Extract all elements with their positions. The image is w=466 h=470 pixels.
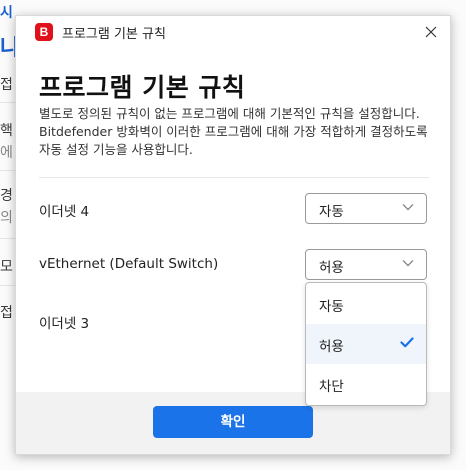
background-text: 에 <box>0 145 13 161</box>
dropdown-option-block[interactable]: 차단 <box>306 364 426 404</box>
background-text: 접 <box>0 305 13 321</box>
chevron-down-icon <box>402 204 414 211</box>
check-icon <box>400 337 414 348</box>
rule-select-vethernet[interactable]: 허용 <box>305 249 427 280</box>
divider <box>39 177 429 178</box>
dropdown-option-allow[interactable]: 허용 <box>306 324 426 364</box>
chevron-down-icon <box>402 260 414 267</box>
network-label-ethernet-3: 이더넷 3 <box>39 316 90 332</box>
program-default-rules-dialog: B 프로그램 기본 규칙 프로그램 기본 규칙 별도로 정의된 규칙이 없는 프… <box>15 15 451 455</box>
background-text: 핵 <box>0 123 13 139</box>
dropdown-option-auto[interactable]: 자동 <box>306 284 426 324</box>
background-text: 접 <box>0 77 13 93</box>
background-divider <box>0 170 16 171</box>
background-divider <box>0 102 16 103</box>
description-text: 별도로 정의된 규칙이 없는 프로그램에 대해 기본적인 규칙을 설정합니다. … <box>39 106 428 157</box>
background-text: 시 <box>0 5 13 21</box>
option-label: 자동 <box>319 299 344 315</box>
background-text: 모 <box>0 259 13 275</box>
select-value: 자동 <box>319 204 344 220</box>
rule-dropdown-menu: 자동 허용 차단 <box>305 282 427 406</box>
title-bar: B 프로그램 기본 규칙 <box>16 16 450 48</box>
window-title: 프로그램 기본 규칙 <box>62 27 166 42</box>
bitdefender-logo: B <box>35 23 53 41</box>
confirm-button[interactable]: 확인 <box>153 406 313 438</box>
background-text: 나 <box>0 36 16 61</box>
background-divider <box>0 238 16 239</box>
option-label: 허용 <box>319 339 344 355</box>
option-label: 차단 <box>319 379 344 395</box>
select-value: 허용 <box>319 260 344 276</box>
network-label-vethernet: vEthernet (Default Switch) <box>39 256 219 272</box>
network-label-ethernet-4: 이더넷 4 <box>39 204 90 220</box>
background-text: 의 <box>0 210 13 226</box>
rule-select-ethernet-4[interactable]: 자동 <box>305 193 427 224</box>
close-button[interactable] <box>418 20 444 44</box>
page-title: 프로그램 기본 규칙 <box>39 73 246 102</box>
background-divider <box>0 285 16 286</box>
background-text: 경 <box>0 188 13 204</box>
close-icon <box>425 26 437 38</box>
